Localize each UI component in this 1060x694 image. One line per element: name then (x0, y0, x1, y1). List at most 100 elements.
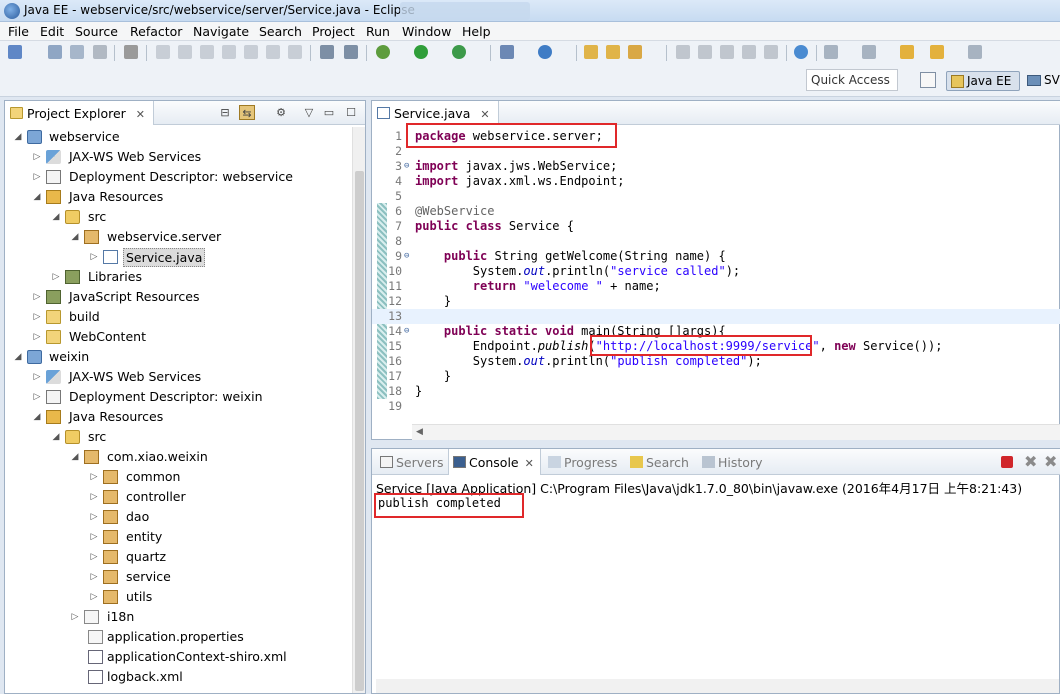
suspend-icon[interactable] (178, 45, 192, 59)
title-bar: Java EE - webservice/src/webservice/serv… (0, 0, 1060, 22)
tree-node-label: logback.xml (107, 669, 183, 684)
terminate-icon[interactable] (200, 45, 214, 59)
debug-icon[interactable] (376, 45, 390, 59)
disconnect-icon[interactable] (222, 45, 236, 59)
collapse-all-icon[interactable]: ⊟ (217, 105, 233, 120)
tab-project-explorer[interactable]: Project Explorer ✕ (5, 101, 154, 125)
back-icon[interactable] (930, 45, 944, 59)
eclipse-icon (4, 3, 20, 19)
tab-history[interactable]: History (698, 449, 768, 475)
maximize-icon[interactable]: ☐ (343, 105, 359, 120)
save-icon[interactable] (48, 45, 62, 59)
package-icon (103, 490, 118, 504)
menu-file[interactable]: File (8, 24, 29, 39)
tree-node-label: application.properties (107, 629, 244, 644)
toggle-mark-icon[interactable] (720, 45, 734, 59)
open-folder-icon[interactable] (606, 45, 620, 59)
scrollbar-thumb[interactable] (355, 171, 364, 691)
run-external-icon[interactable] (452, 45, 466, 59)
console-horizontal-scrollbar[interactable] (376, 679, 1059, 693)
new-java-class-icon[interactable] (538, 45, 552, 59)
window-title: Java EE - webservice/src/webservice/serv… (24, 3, 415, 17)
open-perspective-icon[interactable] (920, 72, 936, 88)
tree-node-label: Service.java (123, 248, 206, 267)
fold-icon: ⊖ (404, 161, 410, 171)
pencil-icon[interactable] (698, 45, 712, 59)
resume-icon[interactable] (156, 45, 170, 59)
menu-refactor[interactable]: Refactor (130, 24, 182, 39)
menu-search[interactable]: Search (259, 24, 302, 39)
link-with-editor-icon[interactable]: ⇆ (239, 105, 255, 120)
view-menu-icon[interactable]: ⚙ (273, 105, 289, 120)
package-icon (84, 230, 99, 244)
properties-file-icon (88, 630, 103, 644)
menu-project[interactable]: Project (312, 24, 355, 39)
minimize-icon[interactable]: ▭ (321, 105, 337, 120)
deployment-descriptor-icon (46, 390, 61, 404)
last-edit-icon[interactable] (900, 45, 914, 59)
code-line: 7 public class Service { (395, 219, 574, 233)
code-line: 16 System.out.println("publish completed… (388, 354, 762, 368)
editor-tab-bar: Service.java ✕ (372, 101, 1060, 125)
remove-all-launches-icon[interactable]: ✖ (1044, 452, 1057, 471)
code-line: 12 } (388, 294, 452, 308)
menu-source[interactable]: Source (75, 24, 118, 39)
code-line: 9 ⊖ public String getWelcome(String name)… (395, 249, 726, 263)
tree-node-label: dao (126, 509, 150, 524)
show-whitespace-icon[interactable] (742, 45, 756, 59)
block-selection-icon[interactable] (764, 45, 778, 59)
java-file-icon (103, 250, 118, 264)
prev-edit-icon[interactable] (862, 45, 876, 59)
tab-servers[interactable]: Servers (376, 449, 450, 475)
next-edit-icon[interactable] (824, 45, 838, 59)
close-icon[interactable]: ✕ (136, 108, 145, 121)
close-icon[interactable]: ✕ (525, 457, 534, 470)
menu-edit[interactable]: Edit (40, 24, 64, 39)
run-icon[interactable] (414, 45, 428, 59)
step-into-icon[interactable] (244, 45, 258, 59)
code-line: 11 return "welecome " + name; (388, 279, 661, 293)
new-server-icon[interactable] (500, 45, 514, 59)
tree-scrollbar[interactable] (352, 127, 365, 693)
close-icon[interactable]: ✕ (480, 108, 489, 121)
jaxws-icon (46, 150, 61, 164)
tab-search[interactable]: Search (626, 449, 695, 475)
package-icon (103, 530, 118, 544)
tree-node-label: controller (126, 489, 186, 504)
step-over-icon[interactable] (266, 45, 280, 59)
quick-access-input[interactable]: Quick Access (806, 69, 898, 91)
tree-node-label: WebContent (69, 329, 146, 344)
open-task-icon[interactable] (628, 45, 642, 59)
perspective-sv[interactable]: SV (1024, 71, 1060, 91)
terminal-icon[interactable] (344, 45, 358, 59)
menu-run[interactable]: Run (366, 24, 390, 39)
chevron-down-icon[interactable]: ▽ (301, 105, 317, 120)
next-annotation-icon[interactable] (676, 45, 690, 59)
javascript-resources-icon (46, 290, 61, 304)
package-icon (103, 570, 118, 584)
skip-breakpoints-icon[interactable] (124, 45, 138, 59)
forward-icon[interactable] (968, 45, 982, 59)
java-resources-icon (46, 190, 61, 204)
menu-navigate[interactable]: Navigate (193, 24, 249, 39)
menu-help[interactable]: Help (462, 24, 491, 39)
editor-horizontal-scrollbar[interactable]: ◀ (412, 424, 1060, 440)
menu-window[interactable]: Window (402, 24, 451, 39)
new-icon[interactable] (8, 45, 22, 59)
code-line: 18} (388, 384, 423, 398)
tree-node-label: common (126, 469, 181, 484)
tab-console[interactable]: Console ✕ (448, 449, 541, 475)
print-icon[interactable] (93, 45, 107, 59)
terminate-icon[interactable] (1001, 456, 1013, 468)
step-return-icon[interactable] (288, 45, 302, 59)
open-type-icon[interactable] (584, 45, 598, 59)
tab-progress[interactable]: Progress (544, 449, 623, 475)
remove-launch-icon[interactable]: ✖ (1024, 452, 1037, 471)
perspective-java-ee[interactable]: Java EE (946, 71, 1020, 91)
project-tree: ◢ webservice ▷ JAX-WS Web Services ▷ Deploy… (5, 127, 351, 693)
globe-icon[interactable] (794, 45, 808, 59)
save-all-icon[interactable] (70, 45, 84, 59)
code-area[interactable]: 1 package webservice.server; 2 3 ⊖ import j… (372, 126, 1060, 426)
console-toggle-icon[interactable] (320, 45, 334, 59)
tab-service-java[interactable]: Service.java ✕ (372, 101, 499, 125)
